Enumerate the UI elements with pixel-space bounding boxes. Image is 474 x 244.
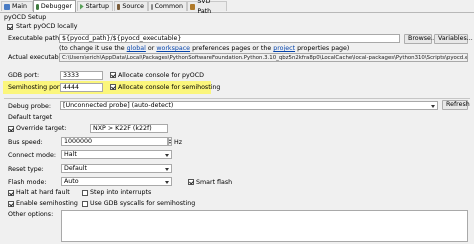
enable-semihosting-label: Enable semihosting (16, 200, 78, 207)
override-target-label: Override target: (16, 125, 67, 132)
global-preferences-link[interactable]: global (127, 45, 146, 52)
allocate-pyocd-console-checkbox[interactable] (110, 72, 116, 78)
actual-executable-label: Actual executable: (8, 54, 67, 61)
tab-startup[interactable]: Startup (77, 1, 113, 11)
variables-button[interactable]: Variables... (434, 34, 473, 44)
bus-speed-unit: Hz (174, 139, 183, 146)
default-target-label: Default target (8, 114, 53, 121)
bus-speed-spinner[interactable] (168, 137, 172, 146)
flash-mode-select[interactable]: Auto (61, 177, 172, 186)
connect-mode-select[interactable]: Halt (61, 150, 172, 159)
override-target-input[interactable]: NXP > K22F (k22f) (90, 124, 168, 133)
tab-svd-path[interactable]: SVD Path (187, 0, 227, 15)
refresh-button[interactable]: Refresh (442, 100, 470, 110)
gdb-syscalls-semihosting-checkbox[interactable] (82, 201, 88, 207)
section-divider (4, 98, 470, 99)
debug-probe-select[interactable]: [Unconnected probe] (auto-detect) (60, 101, 438, 110)
other-options-textarea[interactable] (61, 210, 468, 242)
gdb-syscalls-semihosting-label: Use GDB syscalls for semihosting (90, 200, 196, 207)
reset-type-label: Reset type: (8, 166, 44, 173)
tab-source[interactable]: Source (114, 1, 148, 11)
allocate-semihosting-console-label: Allocate console for semihosting (118, 84, 221, 91)
pyocd-setup-title: pyOCD Setup (4, 14, 47, 21)
semihosting-port-label: Semihosting port: (8, 84, 65, 91)
allocate-pyocd-console-label: Allocate console for pyOCD (118, 72, 204, 79)
smart-flash-label: Smart flash (196, 179, 233, 186)
halt-hard-fault-label: Halt at hard fault (16, 189, 70, 196)
debugger-icon (36, 3, 39, 10)
project-properties-link[interactable]: project (273, 45, 295, 52)
executable-path-input[interactable]: ${pyocd_path}/${pyocd_executable} (59, 34, 400, 43)
main-icon (4, 3, 10, 10)
start-pyocd-locally-label: Start pyOCD locally (16, 23, 78, 30)
tab-main[interactable]: Main (1, 1, 33, 11)
flash-mode-label: Flash mode: (8, 179, 47, 186)
reset-type-select[interactable]: Default (61, 164, 172, 173)
gdb-port-input[interactable]: 3333 (60, 71, 103, 80)
tab-common[interactable]: Common (148, 1, 187, 11)
start-pyocd-locally-checkbox[interactable] (7, 24, 13, 30)
common-icon (151, 3, 153, 10)
halt-hard-fault-checkbox[interactable] (8, 190, 14, 196)
browse-button[interactable]: Browse... (404, 34, 437, 44)
allocate-semihosting-console-checkbox[interactable] (110, 84, 116, 90)
semihosting-port-input[interactable]: 4444 (60, 83, 103, 92)
debug-probe-label: Debug probe: (8, 103, 52, 110)
executable-path-label: Executable path: (8, 35, 62, 42)
source-icon (117, 3, 121, 10)
bus-speed-input[interactable]: 1000000 (61, 137, 168, 146)
step-into-interrupts-label: Step into interrupts (90, 189, 152, 196)
gdb-port-label: GDB port: (8, 72, 40, 79)
workspace-preferences-link[interactable]: workspace (156, 45, 190, 52)
tab-debugger[interactable]: Debugger (33, 0, 76, 12)
enable-semihosting-checkbox[interactable] (8, 201, 14, 207)
launch-config-tab-bar: Main Debugger Startup Source Common SVD … (0, 0, 474, 15)
actual-executable-value: C:\Users\erich\AppData\Local\Packages\Py… (59, 53, 468, 62)
connect-mode-label: Connect mode: (8, 152, 57, 159)
other-options-label: Other options: (8, 211, 54, 218)
smart-flash-checkbox[interactable] (188, 179, 194, 185)
bus-speed-label: Bus speed: (8, 139, 43, 146)
startup-icon (80, 3, 84, 10)
override-target-checkbox[interactable] (8, 126, 14, 132)
preferences-hint: (to change it use the global or workspac… (59, 45, 350, 52)
svd-path-icon (190, 3, 196, 10)
step-into-interrupts-checkbox[interactable] (82, 190, 88, 196)
